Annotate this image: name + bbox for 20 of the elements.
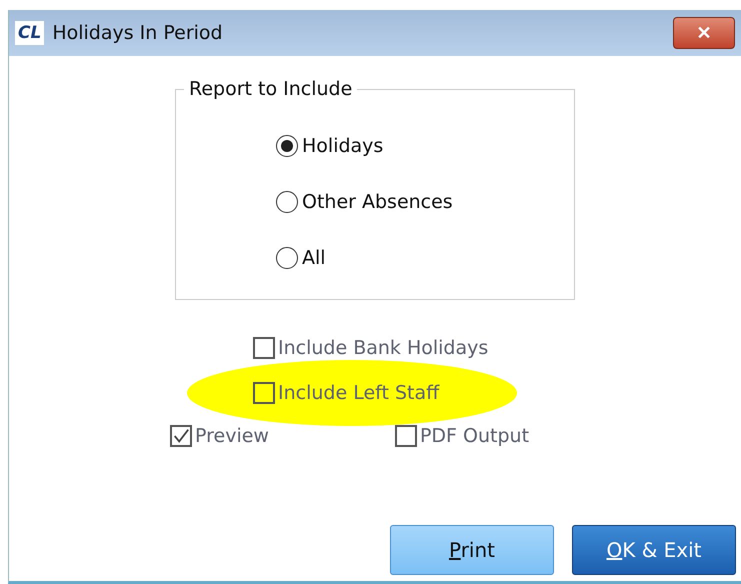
radio-label[interactable]: Other Absences	[302, 190, 453, 212]
close-button[interactable]: ✕	[673, 17, 735, 49]
window-title: Holidays In Period	[52, 22, 224, 44]
checkbox[interactable]	[253, 382, 275, 404]
dialog-button[interactable]: OK & Exit	[572, 525, 736, 575]
checkbox[interactable]	[253, 336, 275, 358]
checkbox[interactable]	[170, 424, 192, 446]
checkbox-label[interactable]: Preview	[195, 424, 269, 446]
radio-label[interactable]: All	[302, 246, 326, 268]
checkbox-label[interactable]: Include Left Staff	[278, 382, 440, 404]
checkbox[interactable]	[394, 424, 417, 446]
checkbox-label[interactable]: PDF Output	[420, 424, 530, 446]
radio-label[interactable]: Holidays	[302, 134, 384, 156]
app-logo: CL	[15, 20, 44, 46]
radio-button[interactable]	[276, 190, 298, 212]
checkbox-label[interactable]: Include Bank Holidays	[278, 336, 488, 358]
radio-button[interactable]	[276, 134, 298, 156]
group-title: Report to Include	[188, 78, 354, 100]
radio-button[interactable]	[276, 246, 298, 268]
dialog-button[interactable]: Print	[390, 525, 554, 575]
